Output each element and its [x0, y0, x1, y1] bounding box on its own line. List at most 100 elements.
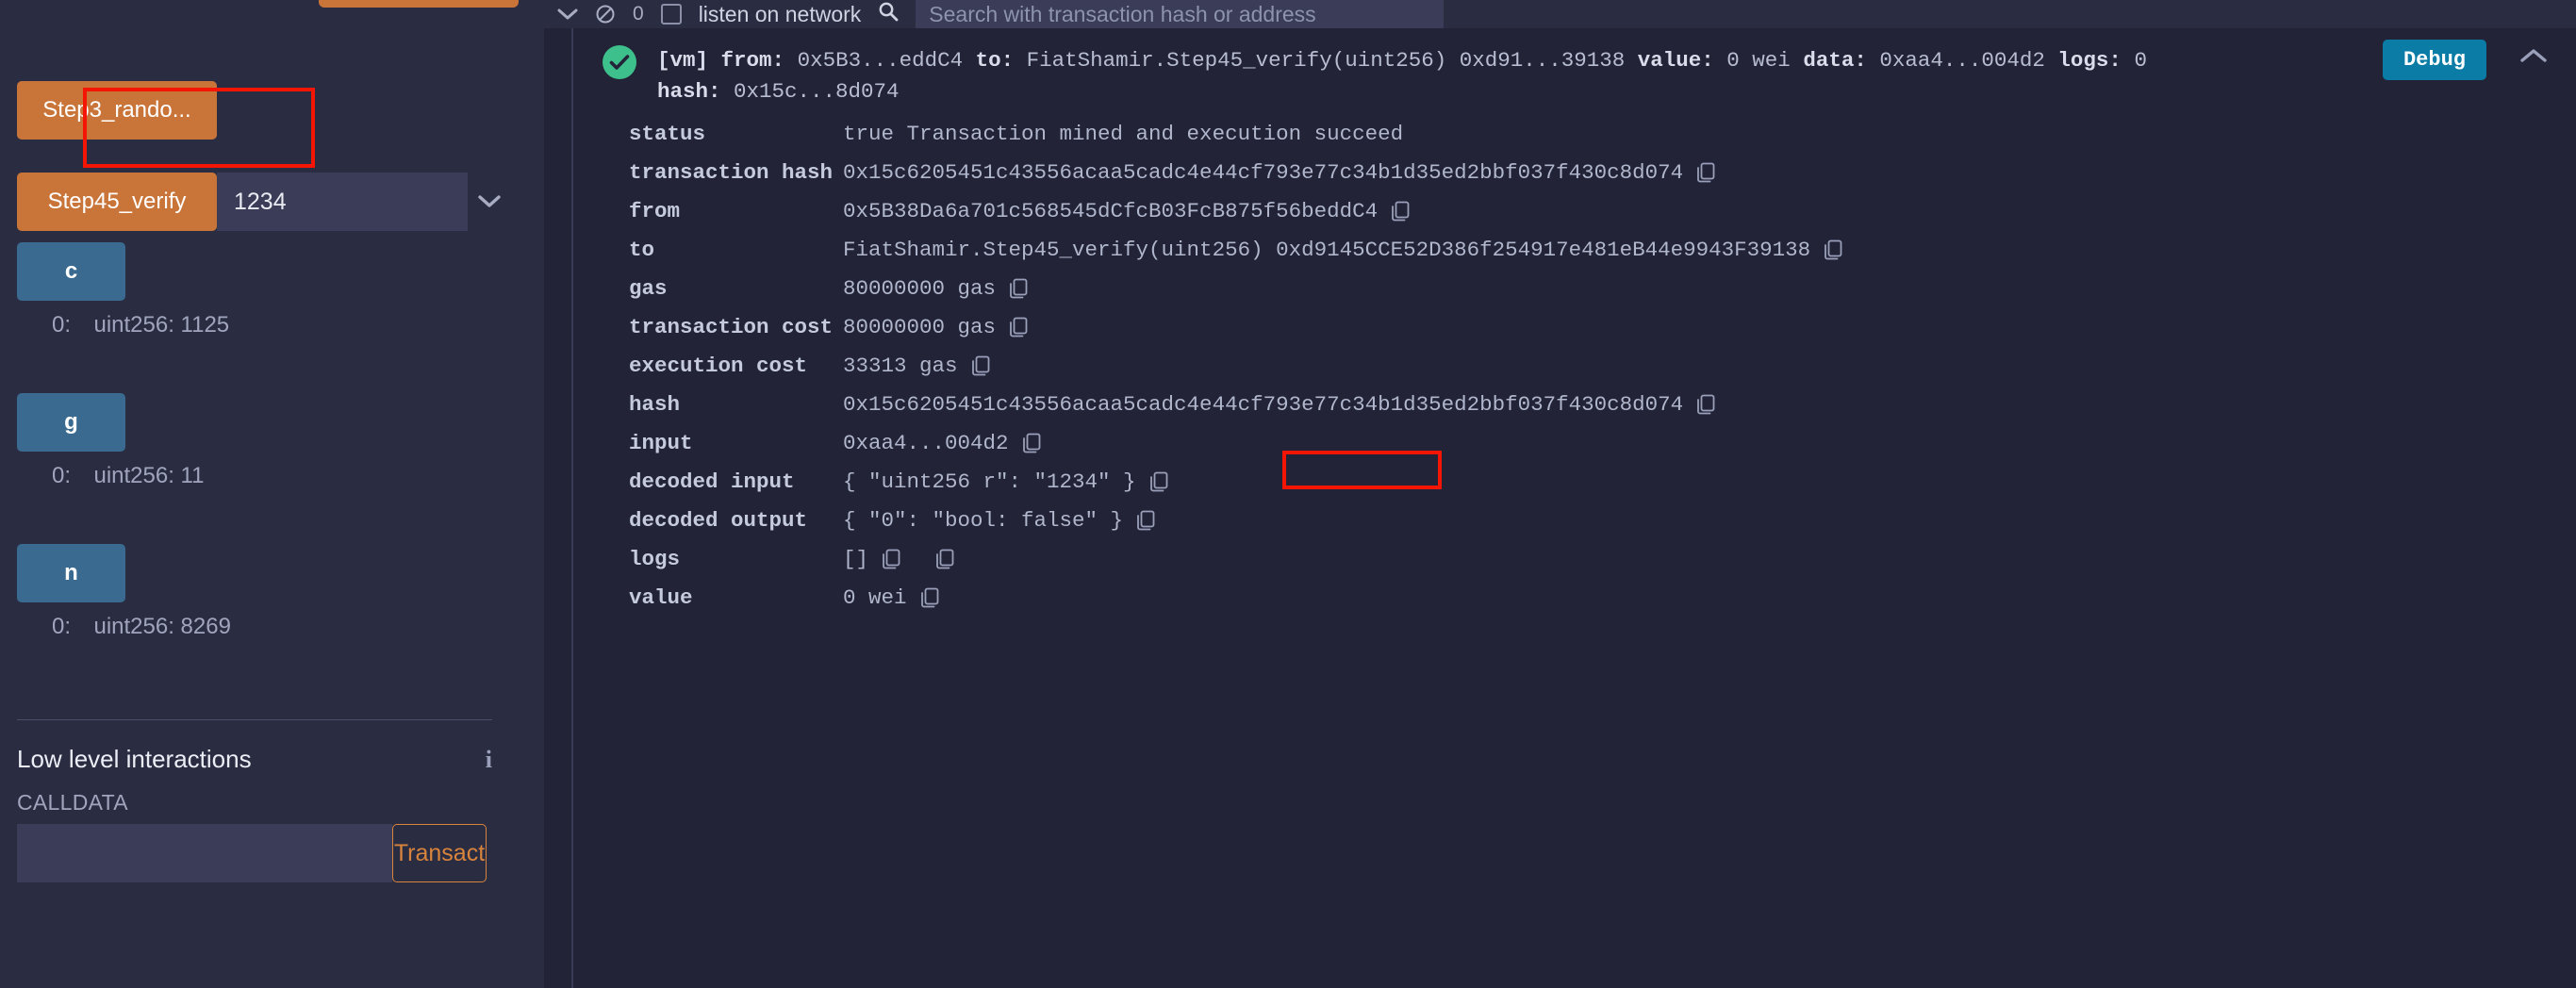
- chevron-down-icon[interactable]: [468, 173, 511, 231]
- debug-button[interactable]: Debug: [2382, 40, 2486, 80]
- logs-label: logs:: [2057, 48, 2122, 73]
- copy-icon[interactable]: [1696, 162, 1716, 184]
- chevron-down-icon[interactable]: [557, 8, 578, 21]
- getter-button-g[interactable]: g: [17, 393, 125, 452]
- no-entry-icon[interactable]: [595, 4, 616, 25]
- getter-result-value-n: uint256: 8269: [93, 614, 231, 639]
- function-row-step45-verify: Step45_verify: [17, 173, 511, 231]
- low-level-interactions-header: Low level interactions i: [17, 745, 492, 774]
- detail-key: input: [629, 431, 693, 456]
- detail-key: decoded output: [629, 508, 808, 534]
- detail-value-text: 0 wei: [843, 585, 907, 611]
- detail-value: 0x5B38Da6a701c568545dCfcB03FcB875f56bedd…: [843, 199, 1411, 223]
- info-icon[interactable]: i: [486, 746, 492, 774]
- listen-on-network-checkbox[interactable]: [660, 4, 682, 25]
- detail-value-text: 33313 gas: [843, 354, 958, 379]
- from-value: 0x5B3...eddC4: [797, 48, 964, 73]
- step3-random-button[interactable]: Step3_rando...: [17, 81, 217, 140]
- pending-count: 0: [633, 3, 644, 25]
- detail-key: value: [629, 585, 693, 611]
- detail-key: execution cost: [629, 354, 808, 379]
- transaction-search-input[interactable]: [916, 0, 1445, 28]
- detail-value: []: [843, 547, 955, 571]
- value-label: value:: [1637, 48, 1714, 73]
- getter-block-c: c 0: uint256: 1125: [17, 242, 229, 338]
- terminal-toolbar: 0 listen on network: [544, 0, 2576, 28]
- detail-value: 80000000 gas: [843, 315, 1029, 339]
- transaction-detail-row: gas 80000000 gas: [574, 276, 2576, 315]
- value-value: 0 wei: [1726, 48, 1791, 73]
- getter-result-index-g: 0:: [52, 463, 72, 488]
- transaction-detail-row: value 0 wei: [574, 585, 2576, 624]
- getter-block-n: n 0: uint256: 8269: [17, 544, 231, 640]
- step45-verify-button[interactable]: Step45_verify: [17, 173, 217, 231]
- search-icon[interactable]: [878, 1, 899, 27]
- transaction-details: status true Transaction mined and executi…: [574, 122, 2576, 624]
- transaction-detail-row: transaction cost 80000000 gas: [574, 315, 2576, 354]
- getter-result-c: 0: uint256: 1125: [17, 312, 229, 338]
- copy-icon[interactable]: [1009, 278, 1029, 300]
- copy-icon-secondary[interactable]: [935, 549, 955, 570]
- copy-icon[interactable]: [1149, 471, 1169, 493]
- detail-key: logs: [629, 547, 681, 572]
- calldata-input[interactable]: [17, 824, 392, 882]
- transaction-log-panel: 0 listen on network [vm] from: 0x5B3...e: [544, 0, 2576, 988]
- detail-key: to: [629, 238, 655, 263]
- detail-value: 0xaa4...004d2: [843, 431, 1042, 455]
- detail-key: decoded input: [629, 469, 795, 495]
- success-check-icon: [603, 45, 636, 79]
- detail-value-text: 0x15c6205451c43556acaa5cadc4e44cf793e77c…: [843, 392, 1684, 418]
- getter-block-g: g 0: uint256: 11: [17, 393, 204, 489]
- copy-icon[interactable]: [882, 549, 901, 570]
- copy-icon[interactable]: [1009, 317, 1029, 338]
- copy-icon[interactable]: [1824, 239, 1843, 261]
- detail-value: { "0": "bool: false" }: [843, 508, 1156, 533]
- vm-tag: [vm]: [657, 48, 709, 73]
- getter-result-value-g: uint256: 11: [93, 463, 205, 488]
- getter-result-value-c: uint256: 1125: [93, 312, 230, 338]
- detail-value: 0x15c6205451c43556acaa5cadc4e44cf793e77c…: [843, 160, 1716, 185]
- detail-value-text: 0x5B38Da6a701c568545dCfcB03FcB875f56bedd…: [843, 199, 1379, 224]
- detail-key: status: [629, 122, 706, 147]
- detail-value-text: { "uint256 r": "1234" }: [843, 469, 1136, 495]
- transaction-detail-row: decoded input { "uint256 r": "1234" }: [574, 469, 2576, 508]
- getter-result-index-c: 0:: [52, 312, 72, 338]
- step45-verify-input[interactable]: [217, 173, 468, 231]
- logs-value: 0: [2134, 48, 2147, 73]
- copy-icon[interactable]: [1136, 510, 1156, 532]
- partial-orange-button-top[interactable]: [319, 0, 519, 8]
- from-label: from:: [720, 48, 785, 73]
- detail-value: FiatShamir.Step45_verify(uint256) 0xd914…: [843, 238, 1843, 262]
- detail-value: 0x15c6205451c43556acaa5cadc4e44cf793e77c…: [843, 392, 1716, 417]
- copy-icon[interactable]: [1391, 201, 1411, 222]
- detail-key: transaction cost: [629, 315, 834, 340]
- detail-value-text: 0xaa4...004d2: [843, 431, 1009, 456]
- transaction-detail-row: input 0xaa4...004d2: [574, 431, 2576, 469]
- detail-key: gas: [629, 276, 668, 302]
- copy-icon[interactable]: [920, 587, 940, 609]
- transaction-detail-row: hash 0x15c6205451c43556acaa5cadc4e44cf793…: [574, 392, 2576, 431]
- detail-value-text: []: [843, 547, 869, 572]
- detail-value-text: 0x15c6205451c43556acaa5cadc4e44cf793e77c…: [843, 160, 1684, 186]
- getter-result-index-n: 0:: [52, 614, 72, 639]
- transact-button[interactable]: Transact: [392, 824, 487, 882]
- detail-value: 80000000 gas: [843, 276, 1029, 301]
- detail-key: hash: [629, 392, 681, 418]
- getter-button-n[interactable]: n: [17, 544, 125, 602]
- detail-value-text: 80000000 gas: [843, 276, 997, 302]
- data-value: 0xaa4...004d2: [1879, 48, 2045, 73]
- copy-icon[interactable]: [971, 355, 991, 377]
- getter-result-g: 0: uint256: 11: [17, 463, 204, 489]
- copy-icon[interactable]: [1696, 394, 1716, 416]
- to-value: FiatShamir.Step45_verify(uint256) 0xd91.…: [1026, 48, 1626, 73]
- detail-value-text: true Transaction mined and execution suc…: [843, 122, 1404, 147]
- to-label: to:: [975, 48, 1015, 73]
- transaction-detail-row: from 0x5B38Da6a701c568545dCfcB03FcB875f56…: [574, 199, 2576, 238]
- copy-icon[interactable]: [1022, 433, 1042, 454]
- transaction-header[interactable]: [vm] from: 0x5B3...eddC4 to: FiatShamir.…: [574, 36, 2576, 110]
- calldata-label: CALLDATA: [17, 790, 128, 815]
- detail-value-text: { "0": "bool: false" }: [843, 508, 1124, 534]
- listen-on-network-label: listen on network: [698, 1, 862, 26]
- chevron-up-icon[interactable]: [2519, 41, 2548, 70]
- getter-button-c[interactable]: c: [17, 242, 125, 301]
